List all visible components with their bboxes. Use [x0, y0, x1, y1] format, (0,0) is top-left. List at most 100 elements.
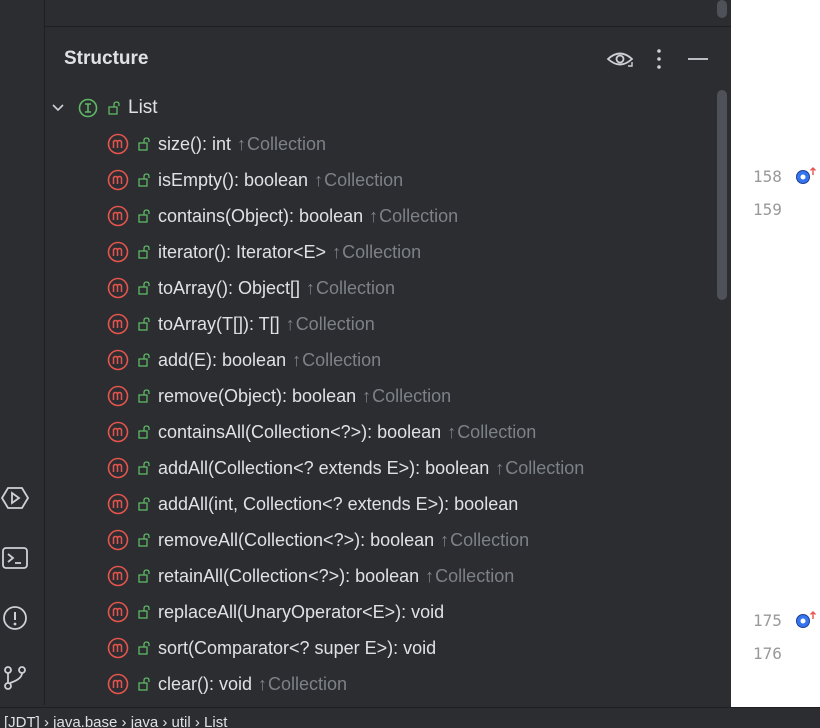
inherited-arrow-icon: ↑	[258, 674, 267, 694]
inherited-origin: Collection	[302, 350, 381, 370]
unlocked-access-icon	[138, 461, 152, 475]
inherited-arrow-icon: ↑	[447, 422, 456, 442]
unlocked-access-icon	[138, 209, 152, 223]
inherited-origin: Collection	[379, 206, 458, 226]
problems-tool-button[interactable]	[0, 603, 30, 633]
more-options-button[interactable]	[645, 45, 673, 73]
inherited-arrow-icon: ↑	[286, 314, 295, 334]
minimize-panel-button[interactable]	[684, 45, 712, 73]
unlocked-access-icon	[138, 497, 152, 511]
editor-gutter: 158159175176	[731, 0, 820, 707]
method-icon	[107, 277, 129, 299]
git-tool-button[interactable]	[0, 663, 30, 693]
run-icon	[1, 484, 29, 512]
method-icon	[107, 313, 129, 335]
method-signature: retainAll(Collection<?>): boolean	[158, 566, 419, 587]
inherited-arrow-icon: ↑	[292, 350, 301, 370]
unlocked-access-icon	[138, 641, 152, 655]
unlocked-access-icon	[138, 605, 152, 619]
unlocked-access-icon	[138, 353, 152, 367]
inherited-origin: Collection	[342, 242, 421, 262]
kebab-menu-icon	[654, 48, 664, 70]
eye-icon	[606, 48, 634, 70]
inherited-arrow-icon: ↑	[314, 170, 323, 190]
method-icon	[107, 385, 129, 407]
method-icon	[107, 349, 129, 371]
inherited-arrow-icon: ↑	[362, 386, 371, 406]
line-number: 175	[753, 611, 782, 630]
line-number: 159	[753, 200, 782, 219]
inherited-origin: Collection	[372, 386, 451, 406]
unlocked-access-icon	[138, 317, 152, 331]
tree-method-row[interactable]: removeAll(Collection<?>): boolean↑Collec…	[45, 522, 717, 558]
tree-method-row[interactable]: replaceAll(UnaryOperator<E>): void	[45, 594, 717, 630]
panel-title: Structure	[64, 48, 148, 70]
structure-scrollbar[interactable]	[717, 90, 727, 300]
structure-panel-header: Structure	[45, 27, 731, 87]
method-icon	[107, 673, 129, 695]
method-icon	[107, 241, 129, 263]
root-label: List	[128, 97, 158, 119]
method-signature: isEmpty(): boolean	[158, 170, 308, 191]
method-icon	[107, 493, 129, 515]
method-signature: clear(): void	[158, 674, 252, 695]
interface-icon	[78, 98, 98, 118]
structure-tree[interactable]: List size(): int↑CollectionisEmpty(): bo…	[45, 90, 717, 705]
tree-method-row[interactable]: clear(): void ↑Collection	[45, 666, 717, 702]
upper-panel-edge	[45, 0, 731, 27]
tree-method-row[interactable]: addAll(int, Collection<? extends E>): bo…	[45, 486, 717, 522]
override-marker-icon[interactable]	[795, 167, 813, 185]
problems-icon	[1, 604, 29, 632]
method-signature: size(): int	[158, 134, 231, 155]
method-signature: addAll(Collection<? extends E>): boolean	[158, 458, 489, 479]
tree-method-row[interactable]: size(): int↑Collection	[45, 126, 717, 162]
git-branch-icon	[1, 664, 29, 692]
upper-panel-scrollbar[interactable]	[717, 0, 727, 18]
inherited-origin: Collection	[268, 674, 347, 694]
inherited-arrow-icon: ↑	[237, 134, 246, 154]
method-signature: toArray(T[]): T[]	[158, 314, 280, 335]
tree-method-row[interactable]: isEmpty(): boolean ↑Collection	[45, 162, 717, 198]
method-icon	[107, 529, 129, 551]
tree-method-row[interactable]: iterator(): Iterator<E>↑Collection	[45, 234, 717, 270]
method-icon	[107, 169, 129, 191]
method-icon	[107, 133, 129, 155]
tree-method-row[interactable]: sort(Comparator<? super E>): void	[45, 630, 717, 666]
terminal-tool-button[interactable]	[0, 543, 30, 573]
terminal-icon	[1, 544, 29, 572]
minimize-icon	[687, 56, 709, 62]
override-marker-icon[interactable]	[795, 611, 813, 629]
line-number: 176	[753, 644, 782, 663]
tree-method-row[interactable]: add(E): boolean↑Collection	[45, 342, 717, 378]
tree-method-row[interactable]: remove(Object): boolean↑Collection	[45, 378, 717, 414]
inherited-from-label: ↑Collection	[495, 458, 584, 479]
tree-method-row[interactable]: toArray(): Object[]↑Collection	[45, 270, 717, 306]
left-tool-strip	[0, 0, 45, 705]
inherited-from-label: ↑Collection	[425, 566, 514, 587]
chevron-down-icon[interactable]	[50, 104, 66, 112]
unlocked-access-icon	[138, 677, 152, 691]
tree-method-row[interactable]: containsAll(Collection<?>): boolean↑Coll…	[45, 414, 717, 450]
breadcrumb[interactable]: [JDT] › java.base › java › util › List	[4, 714, 227, 728]
show-options-button[interactable]	[606, 45, 634, 73]
tree-method-row[interactable]: contains(Object): boolean↑Collection	[45, 198, 717, 234]
inherited-arrow-icon: ↑	[495, 458, 504, 478]
inherited-from-label: ↑Collection	[292, 350, 381, 371]
inherited-origin: Collection	[457, 422, 536, 442]
unlocked-access-icon	[138, 533, 152, 547]
tree-method-row[interactable]: toArray(T[]): T[]↑Collection	[45, 306, 717, 342]
unlocked-access-icon	[138, 425, 152, 439]
inherited-from-label: ↑Collection	[440, 530, 529, 551]
unlocked-access-icon	[138, 137, 152, 151]
inherited-from-label: ↑Collection	[314, 170, 403, 191]
tree-method-row[interactable]: addAll(Collection<? extends E>): boolean…	[45, 450, 717, 486]
method-icon	[107, 565, 129, 587]
inherited-from-label: ↑Collection	[332, 242, 421, 263]
unlocked-access-icon	[138, 173, 152, 187]
tree-method-row[interactable]: retainAll(Collection<?>): boolean ↑Collec…	[45, 558, 717, 594]
structure-panel: Structure	[45, 27, 731, 705]
run-tool-button[interactable]	[0, 483, 30, 513]
inherited-from-label: ↑Collection	[447, 422, 536, 443]
inherited-origin: Collection	[316, 278, 395, 298]
tree-root-row[interactable]: List	[45, 90, 717, 126]
